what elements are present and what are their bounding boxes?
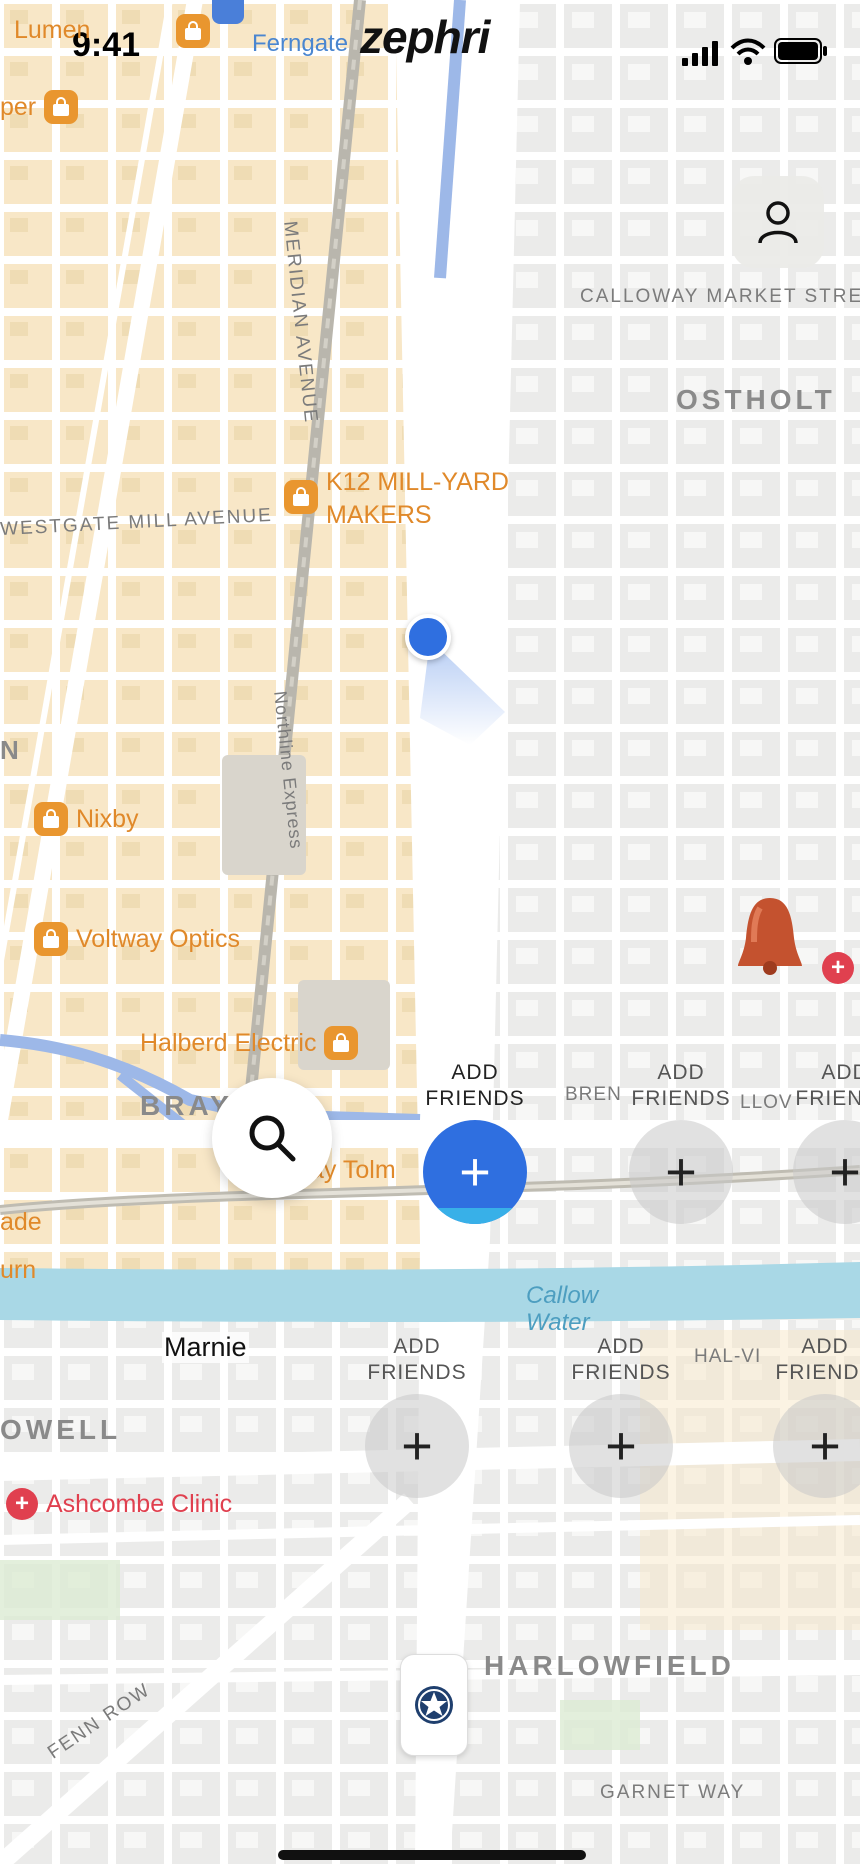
poi-ade: ade [0, 1208, 42, 1237]
cellular-signal-icon [682, 41, 718, 66]
add-label-line1: ADD [597, 1335, 645, 1358]
alert-bell-marker[interactable] [730, 892, 814, 976]
search-icon [249, 1115, 296, 1162]
poi-lumen-label: Lumen [14, 16, 91, 44]
street-garnet-way: GARNET WAY [600, 1782, 746, 1803]
transit-stop-icon[interactable] [212, 0, 244, 24]
add-label-line1: ADD [821, 1061, 860, 1084]
shopping-bag-icon [324, 1026, 359, 1060]
plus-icon: + [809, 1416, 841, 1476]
poi-ade-label: ade [0, 1208, 42, 1236]
add-friend-slot[interactable]: ADD FRIENDS + [362, 1334, 472, 1498]
district-n: N [0, 735, 23, 765]
poi-per-label: per [0, 92, 37, 121]
plus-icon: + [665, 1142, 697, 1202]
poi-nixby[interactable]: Nixby [34, 802, 139, 836]
add-friend-slot[interactable]: ADD FRIENDS + [790, 1060, 860, 1224]
shopping-bag-icon [44, 90, 79, 124]
poi-urn: urn [0, 1256, 36, 1285]
person-icon [758, 201, 798, 244]
water-label-line2: Water [526, 1309, 590, 1336]
poi-halberd-label: Halberd Electric [140, 1028, 317, 1057]
add-friend-slot[interactable]: ADD FRIENDS + [770, 1334, 860, 1498]
shopping-bag-icon [34, 922, 68, 956]
medical-cross-icon: + [6, 1488, 38, 1520]
street-bren: BREN [565, 1084, 622, 1105]
star-badge-icon [415, 1686, 453, 1724]
home-indicator[interactable] [278, 1850, 586, 1860]
poi-voltway-label: Voltway Optics [76, 924, 240, 953]
shopping-bag-icon [34, 802, 68, 836]
add-label-line2: FRIENDS [631, 1087, 731, 1110]
poi-voltway-optics[interactable]: Voltway Optics [34, 922, 240, 956]
add-label-line1: ADD [801, 1335, 849, 1358]
status-bar: 9:41 zephri [0, 0, 860, 96]
poi-urn-label: urn [0, 1256, 37, 1284]
add-label-line2: FRIENDS [425, 1087, 525, 1110]
poi-halberd-electric[interactable]: Halberd Electric [140, 1026, 359, 1060]
add-label-line1: ADD [657, 1061, 705, 1084]
poi-per[interactable]: per [0, 90, 79, 124]
water-label-line1: Callow [526, 1282, 599, 1309]
add-label-line2: FRIENDS [795, 1087, 860, 1110]
poi-lumen[interactable]: Lumen [14, 16, 90, 45]
plus-icon: + [605, 1416, 637, 1476]
add-friend-slot[interactable]: ADD FRIENDS + [626, 1060, 736, 1224]
poi-k12-line1: K12 MILL-YARD [326, 468, 509, 496]
friend-name-label[interactable]: Marnie [162, 1332, 249, 1363]
plus-icon: + [829, 1142, 860, 1202]
battery-icon [774, 38, 827, 64]
poi-nixby-label: Nixby [76, 804, 139, 833]
user-location-dot [405, 614, 451, 660]
shopping-bag-icon[interactable] [176, 14, 210, 48]
street-calloway-market: CALLOWAY MARKET STRE [580, 286, 860, 307]
bell-icon [738, 898, 802, 975]
add-label-line2: FRIENDS [775, 1361, 860, 1384]
plus-icon: + [401, 1416, 433, 1476]
plus-icon: + [459, 1142, 491, 1202]
poi-k12-line2: MAKERS [326, 501, 432, 529]
wifi-icon [730, 38, 766, 65]
district-harlowfield: HARLOWFIELD [484, 1650, 735, 1681]
profile-button[interactable] [732, 176, 824, 268]
medical-cross-icon[interactable]: + [822, 952, 854, 984]
add-label-line1: ADD [393, 1335, 441, 1358]
app-logo: zephri [360, 11, 490, 63]
ferngate-label: Ferngate [252, 30, 349, 57]
add-friend-slot-primary[interactable]: ADD FRIENDS + [420, 1060, 530, 1224]
street-hal: HAL-VI [694, 1346, 762, 1367]
district-ostholt: OSTHOLT [676, 384, 836, 415]
shopping-bag-icon [284, 480, 318, 514]
poi-clinic-label: Ashcombe Clinic [46, 1489, 233, 1518]
add-label-line2: FRIENDS [367, 1361, 467, 1384]
water-label: Callow Water [526, 1282, 598, 1336]
street-llov: LLOV [740, 1092, 793, 1113]
search-button[interactable] [212, 1078, 332, 1198]
add-label-line2: FRIENDS [571, 1361, 671, 1384]
route-shield-marker[interactable] [400, 1654, 468, 1756]
add-label-line1: ADD [451, 1061, 499, 1084]
poi-k12-mill-yard-makers[interactable]: K12 MILL-YARD MAKERS [284, 466, 509, 532]
district-owell: OWELL [0, 1414, 122, 1445]
add-friend-slot[interactable]: ADD FRIENDS + [566, 1334, 676, 1498]
poi-ashcombe-clinic[interactable]: + Ashcombe Clinic [6, 1488, 232, 1520]
